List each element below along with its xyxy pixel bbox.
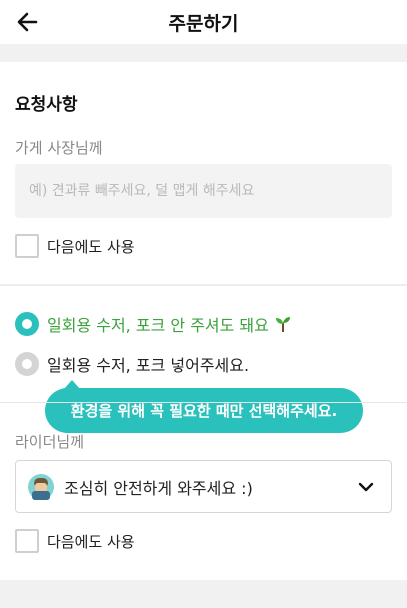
- owner-request-input[interactable]: [15, 164, 392, 218]
- utensils-option-yes-label: 일회용 수저, 포크 넣어주세요.: [47, 356, 250, 375]
- owner-label: 가게 사장님께: [15, 139, 103, 157]
- chevron-down-icon[interactable]: [357, 478, 375, 496]
- rider-reuse-checkbox-row[interactable]: 다음에도 사용: [15, 529, 135, 553]
- rider-reuse-label: 다음에도 사용: [47, 532, 135, 551]
- radio-selected-icon[interactable]: [15, 312, 39, 336]
- app-header: 주문하기: [0, 0, 407, 44]
- arrow-left-icon[interactable]: [14, 8, 42, 36]
- owner-reuse-checkbox-row[interactable]: 다음에도 사용: [15, 234, 135, 258]
- rider-request-select[interactable]: 조심히 안전하게 와주세요 :): [15, 460, 392, 513]
- utensils-option-no-label: 일회용 수저, 포크 안 주셔도 돼요: [47, 316, 269, 335]
- owner-reuse-checkbox[interactable]: [15, 234, 39, 258]
- utensils-option-yes[interactable]: 일회용 수저, 포크 넣어주세요.: [15, 352, 249, 376]
- page-title: 주문하기: [168, 12, 239, 35]
- section-separator: [0, 44, 407, 62]
- rider-avatar-icon: [28, 473, 54, 500]
- section-title: 요청사항: [15, 95, 78, 115]
- radio-unselected-icon[interactable]: [15, 352, 39, 376]
- section-divider: [0, 284, 407, 286]
- eco-tooltip: 환경을 위해 꼭 필요한 때만 선택해주세요.: [45, 388, 363, 433]
- sprout-icon: [275, 317, 290, 332]
- rider-label: 라이더님께: [15, 433, 85, 451]
- rider-reuse-checkbox[interactable]: [15, 529, 39, 553]
- owner-reuse-label: 다음에도 사용: [47, 237, 135, 256]
- utensils-option-no[interactable]: 일회용 수저, 포크 안 주셔도 돼요: [15, 312, 291, 336]
- bottom-separator: [0, 580, 407, 608]
- rider-request-value: 조심히 안전하게 와주세요 :): [64, 478, 253, 498]
- section-divider: [0, 402, 407, 403]
